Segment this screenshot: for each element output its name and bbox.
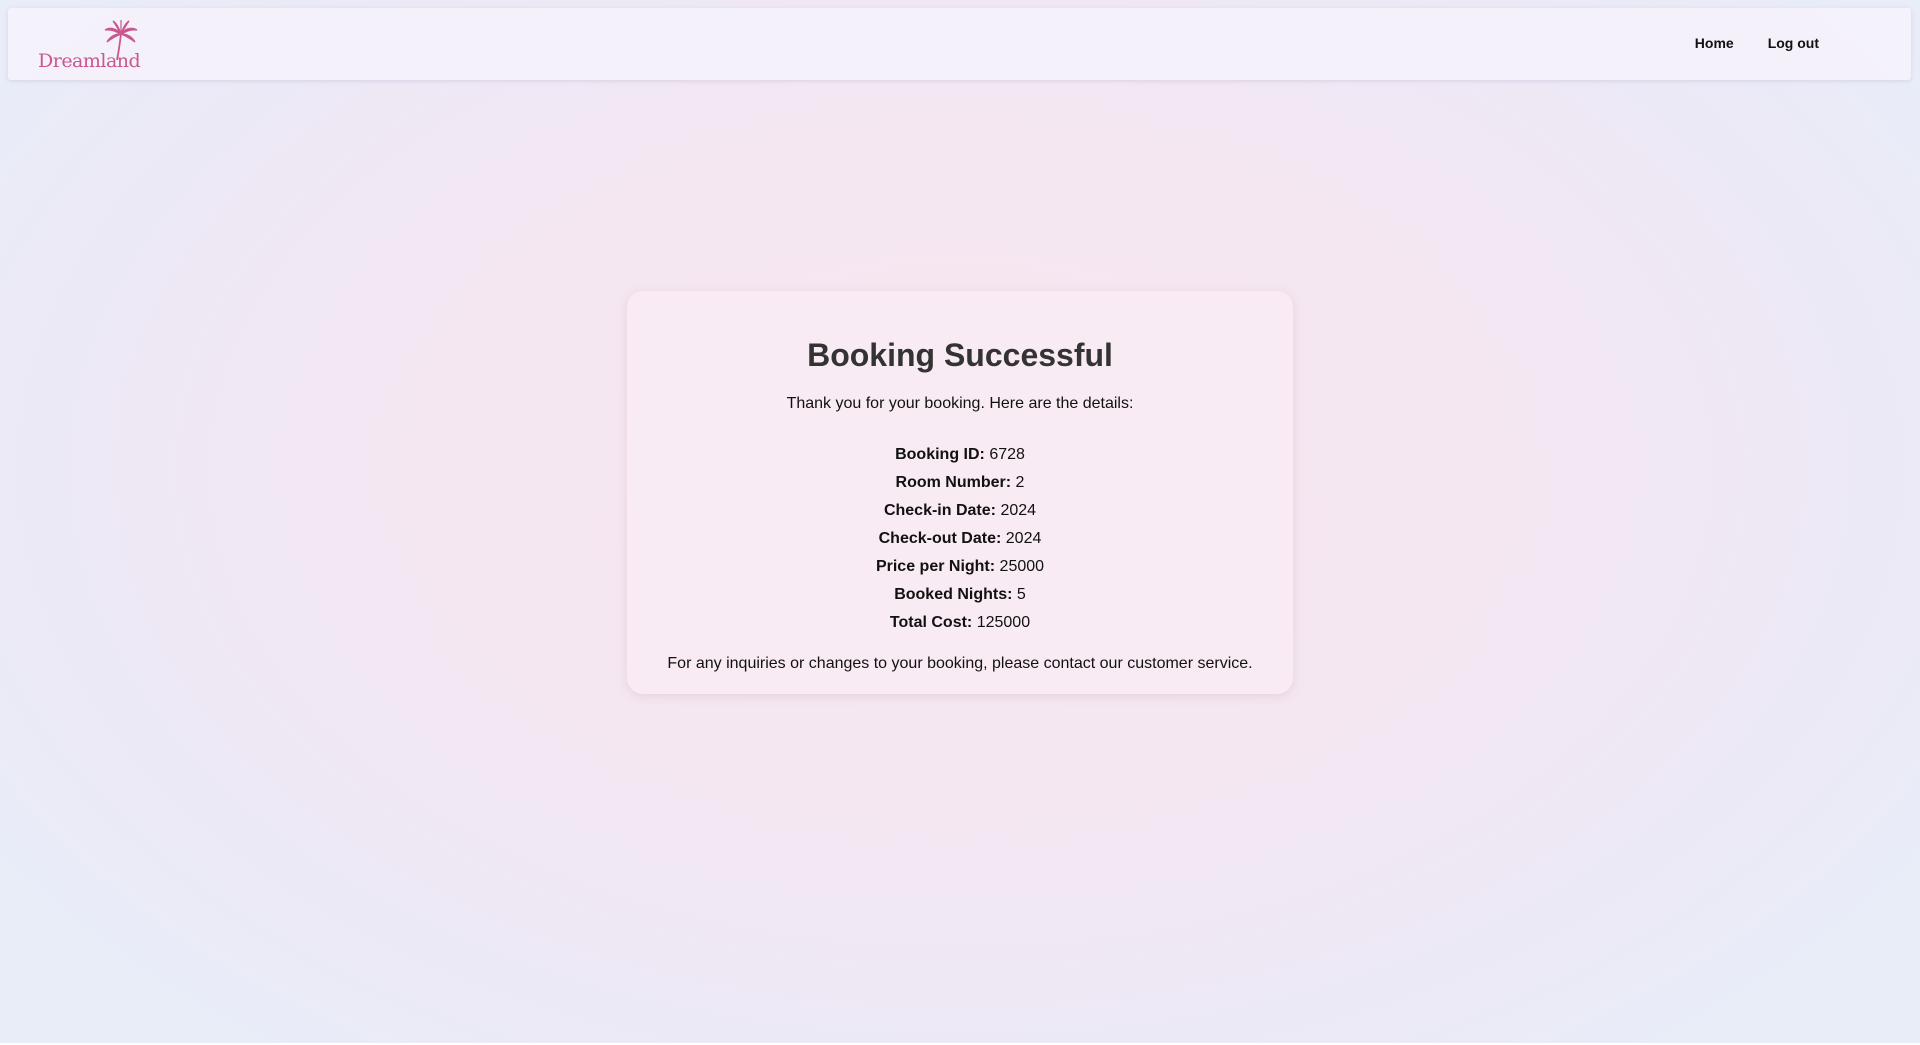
page-title: Booking Successful xyxy=(807,337,1113,373)
detail-value: 25000 xyxy=(999,558,1045,575)
detail-value: 125000 xyxy=(976,614,1031,631)
booking-details-list: Booking ID: 6728 Room Number: 2 Check-in… xyxy=(627,441,1293,637)
detail-value: 2024 xyxy=(1005,530,1042,547)
detail-label: Booking ID: xyxy=(895,446,985,463)
detail-label: Room Number: xyxy=(895,474,1012,491)
footer-note: For any inquiries or changes to your boo… xyxy=(667,655,1253,672)
detail-booked-nights: Booked Nights: 5 xyxy=(627,581,1293,609)
detail-label: Check-out Date: xyxy=(878,530,1002,547)
detail-booking-id: Booking ID: 6728 xyxy=(627,441,1293,469)
detail-label: Price per Night: xyxy=(875,558,996,575)
detail-check-out-date: Check-out Date: 2024 xyxy=(627,525,1293,553)
detail-label: Booked Nights: xyxy=(894,586,1013,603)
detail-label: Total Cost: xyxy=(889,614,973,631)
logo-text: Dreamland xyxy=(38,50,141,72)
intro-text: Thank you for your booking. Here are the… xyxy=(786,395,1134,412)
detail-value: 5 xyxy=(1016,586,1026,603)
nav-home-link[interactable]: Home xyxy=(1695,35,1734,51)
nav-logout-link[interactable]: Log out xyxy=(1768,35,1819,51)
nav-links: Home Log out xyxy=(1695,35,1819,51)
booking-confirmation-card: Booking Successful Thank you for your bo… xyxy=(627,291,1293,694)
logo[interactable]: Dreamland xyxy=(38,20,148,76)
detail-check-in-date: Check-in Date: 2024 xyxy=(627,497,1293,525)
top-navbar: Dreamland Home Log out xyxy=(8,8,1911,80)
detail-total-cost: Total Cost: 125000 xyxy=(627,609,1293,637)
detail-value: 6728 xyxy=(989,446,1025,463)
detail-value: 2024 xyxy=(1000,502,1037,519)
detail-room-number: Room Number: 2 xyxy=(627,469,1293,497)
detail-value: 2 xyxy=(1015,474,1025,491)
detail-price-per-night: Price per Night: 25000 xyxy=(627,553,1293,581)
detail-label: Check-in Date: xyxy=(883,502,996,519)
